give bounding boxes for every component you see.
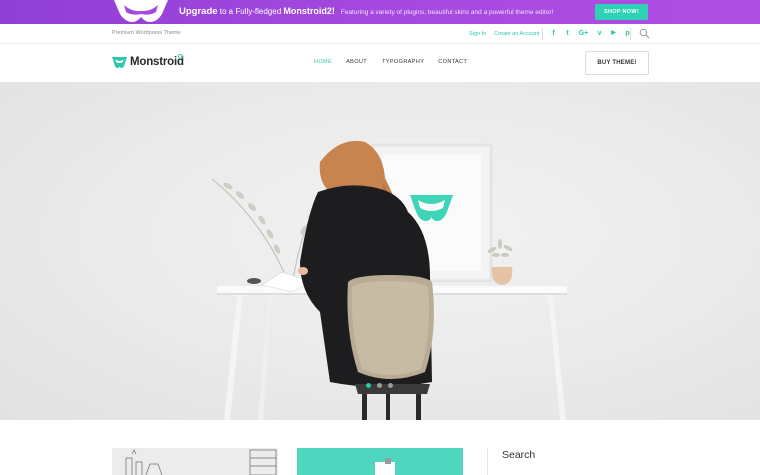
nav-contact[interactable]: CONTACT [438,59,467,65]
facebook-icon[interactable]: f [550,29,557,38]
sidebar-search-title: Search [502,449,536,461]
nav-about[interactable]: ABOUT [346,59,367,65]
post-image [112,448,278,475]
monstroid-logo-icon[interactable] [112,57,127,69]
slider-pagination [366,383,393,388]
search-icon[interactable] [639,28,650,39]
slider-dot[interactable] [377,383,382,388]
brand-badge [178,54,183,59]
divider [542,28,543,40]
google-plus-icon[interactable]: G+ [578,29,589,38]
youtube-icon[interactable]: ▶ [610,29,617,38]
top-bar: Premium Wordpress Theme Sign In Create an… [0,24,760,44]
monstroid-mask-icon [114,0,168,22]
hero-image [211,140,567,420]
site-header: Monstroid HOME ABOUT TYPOGRAPHY CONTACT … [0,44,760,82]
promo-highlight: Upgrade [179,6,218,17]
post-thumbnail[interactable] [112,448,278,475]
sidebar-divider [487,448,488,475]
site-tagline: Premium Wordpress Theme [112,30,181,36]
promo-message: Upgrade to a Fully-fledged Monstroid2! Fe… [179,6,553,17]
vimeo-icon[interactable]: v [596,29,603,38]
promo-product: Monstroid2! [283,6,335,16]
promo-subtext: Featuring a variety of plugins, beautifu… [340,9,554,16]
slider-dot[interactable] [366,383,371,388]
divider [630,28,631,40]
main-nav: HOME ABOUT TYPOGRAPHY CONTACT [314,59,467,65]
hero-slider [0,82,760,420]
nav-typography[interactable]: TYPOGRAPHY [382,59,424,65]
promo-banner: Upgrade to a Fully-fledged Monstroid2! Fe… [0,0,760,24]
twitter-icon[interactable]: t [564,29,571,38]
create-account-link[interactable]: Create an Account [494,31,539,37]
account-links: Sign In Create an Account [469,31,547,37]
nav-home[interactable]: HOME [314,59,332,65]
sign-in-link[interactable]: Sign In [469,31,486,37]
social-links: f t G+ v ▶ p [550,29,631,38]
shop-now-button[interactable]: SHOP NOW! [595,4,648,20]
post-image [297,448,463,475]
slider-dot[interactable] [388,383,393,388]
buy-theme-button[interactable]: BUY THEME! [585,51,649,75]
brand-name[interactable]: Monstroid [130,56,184,68]
post-thumbnail[interactable] [297,448,463,475]
promo-text: to a Fully-fledged [217,7,284,16]
